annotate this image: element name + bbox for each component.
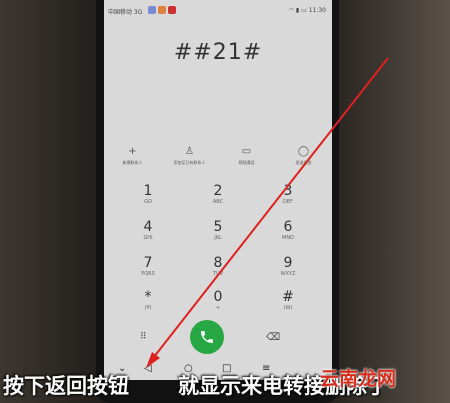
pointer-arrow [146,57,389,368]
caption-part1: 按下返回按钮 [3,374,129,398]
site-watermark: 云南龙网 [320,368,397,390]
